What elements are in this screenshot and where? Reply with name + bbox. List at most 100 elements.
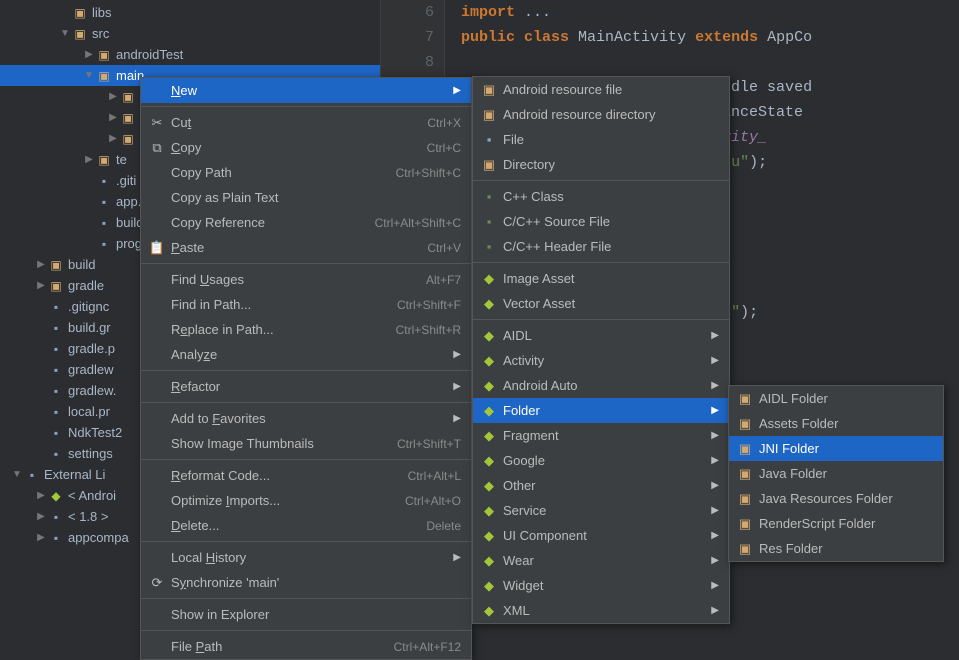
new-submenu-item[interactable]: ◆Android Auto▶ bbox=[473, 373, 729, 398]
code-line[interactable]: public class MainActivity extends AppCo bbox=[461, 25, 812, 50]
context-menu-item[interactable]: Analyze▶ bbox=[141, 342, 471, 367]
chevron-icon[interactable]: ▶ bbox=[106, 91, 120, 102]
chevron-icon[interactable]: ▶ bbox=[34, 532, 48, 543]
res-icon: ▣ bbox=[479, 107, 499, 123]
context-menu-item[interactable]: Copy PathCtrl+Shift+C bbox=[141, 160, 471, 185]
folder-icon: ▣ bbox=[72, 26, 88, 42]
chevron-icon[interactable]: ▶ bbox=[106, 133, 120, 144]
context-menu-item[interactable]: Find UsagesAlt+F7 bbox=[141, 267, 471, 292]
context-menu-item[interactable]: New▶ bbox=[141, 78, 471, 103]
context-menu-item[interactable]: Optimize Imports...Ctrl+Alt+O bbox=[141, 488, 471, 513]
chevron-icon[interactable]: ▶ bbox=[106, 112, 120, 123]
h-icon: ▪ bbox=[479, 239, 499, 254]
tree-label: local.pr bbox=[68, 404, 110, 419]
context-menu-item[interactable]: Show in Explorer bbox=[141, 602, 471, 627]
chevron-icon[interactable]: ▶ bbox=[34, 259, 48, 270]
tree-label: build bbox=[68, 257, 95, 272]
context-menu-item[interactable]: Delete...Delete bbox=[141, 513, 471, 538]
context-menu-item[interactable]: ⧉CopyCtrl+C bbox=[141, 135, 471, 160]
context-menu[interactable]: New▶✂CutCtrl+X⧉CopyCtrl+CCopy PathCtrl+S… bbox=[140, 77, 472, 660]
and-icon: ◆ bbox=[479, 453, 499, 469]
chevron-icon[interactable]: ▼ bbox=[82, 70, 96, 81]
new-submenu-item[interactable]: ▣Android resource directory bbox=[473, 102, 729, 127]
context-menu-item[interactable]: Local History▶ bbox=[141, 545, 471, 570]
new-submenu-item[interactable]: ▣Directory bbox=[473, 152, 729, 177]
folder-submenu-item[interactable]: ▣Assets Folder bbox=[729, 411, 943, 436]
folder-submenu[interactable]: ▣AIDL Folder▣Assets Folder▣JNI Folder▣Ja… bbox=[728, 385, 944, 562]
new-submenu-item[interactable]: ◆UI Component▶ bbox=[473, 523, 729, 548]
new-submenu-item[interactable]: ◆Google▶ bbox=[473, 448, 729, 473]
file-icon: ▪ bbox=[48, 362, 64, 378]
folder-submenu-item[interactable]: ▣Res Folder bbox=[729, 536, 943, 561]
chevron-icon[interactable]: ▶ bbox=[34, 511, 48, 522]
context-menu-item[interactable]: 📋PasteCtrl+V bbox=[141, 235, 471, 260]
code-line[interactable] bbox=[461, 50, 812, 75]
context-menu-item[interactable]: Find in Path...Ctrl+Shift+F bbox=[141, 292, 471, 317]
file-icon: ▪ bbox=[48, 404, 64, 420]
menu-label: Show in Explorer bbox=[167, 607, 461, 622]
and-icon: ◆ bbox=[479, 553, 499, 569]
folder-type-icon: ▣ bbox=[735, 466, 755, 482]
folder-submenu-item[interactable]: ▣Java Resources Folder bbox=[729, 486, 943, 511]
chevron-icon[interactable]: ▶ bbox=[34, 280, 48, 291]
context-menu-item[interactable]: ⟳Synchronize 'main' bbox=[141, 570, 471, 595]
tree-row[interactable]: ▣libs bbox=[0, 2, 380, 23]
chevron-icon[interactable]: ▶ bbox=[34, 490, 48, 501]
new-submenu-item[interactable]: ▪C++ Class bbox=[473, 184, 729, 209]
file-icon: ▪ bbox=[48, 383, 64, 399]
chevron-icon[interactable]: ▶ bbox=[82, 49, 96, 60]
code-line[interactable]: import ... bbox=[461, 0, 812, 25]
menu-label: AIDL Folder bbox=[755, 391, 933, 406]
submenu-arrow-icon: ▶ bbox=[705, 580, 719, 591]
new-submenu-item[interactable]: ◆XML▶ bbox=[473, 598, 729, 623]
menu-label: Android Auto bbox=[499, 378, 705, 393]
context-menu-item[interactable]: Replace in Path...Ctrl+Shift+R bbox=[141, 317, 471, 342]
and-icon: ◆ bbox=[479, 603, 499, 619]
folder-submenu-item[interactable]: ▣JNI Folder bbox=[729, 436, 943, 461]
tree-label: build.gr bbox=[68, 320, 111, 335]
new-submenu-item[interactable]: ▣Android resource file bbox=[473, 77, 729, 102]
context-menu-item[interactable]: Add to Favorites▶ bbox=[141, 406, 471, 431]
and-icon: ◆ bbox=[479, 503, 499, 519]
new-submenu-item[interactable]: ◆Other▶ bbox=[473, 473, 729, 498]
menu-label: C++ Class bbox=[499, 189, 719, 204]
context-menu-item[interactable]: Reformat Code...Ctrl+Alt+L bbox=[141, 463, 471, 488]
chevron-icon[interactable]: ▶ bbox=[82, 154, 96, 165]
new-submenu-item[interactable]: ◆Folder▶ bbox=[473, 398, 729, 423]
tree-row[interactable]: ▶▣androidTest bbox=[0, 44, 380, 65]
new-submenu-item[interactable]: ▪C/C++ Header File bbox=[473, 234, 729, 259]
chevron-icon[interactable]: ▼ bbox=[58, 28, 72, 39]
menu-separator bbox=[473, 262, 729, 263]
new-submenu-item[interactable]: ◆Wear▶ bbox=[473, 548, 729, 573]
context-menu-item[interactable]: Refactor▶ bbox=[141, 374, 471, 399]
context-menu-item[interactable]: File PathCtrl+Alt+F12 bbox=[141, 634, 471, 659]
context-menu-item[interactable]: Show Image ThumbnailsCtrl+Shift+T bbox=[141, 431, 471, 456]
submenu-arrow-icon: ▶ bbox=[447, 381, 461, 392]
menu-label: Res Folder bbox=[755, 541, 933, 556]
folder-submenu-item[interactable]: ▣Java Folder bbox=[729, 461, 943, 486]
new-submenu-item[interactable]: ◆Service▶ bbox=[473, 498, 729, 523]
folder-submenu-item[interactable]: ▣RenderScript Folder bbox=[729, 511, 943, 536]
new-submenu-item[interactable]: ▪C/C++ Source File bbox=[473, 209, 729, 234]
folder-icon: ▣ bbox=[96, 47, 112, 63]
new-submenu[interactable]: ▣Android resource file▣Android resource … bbox=[472, 76, 730, 624]
file-icon: ▪ bbox=[96, 194, 112, 210]
context-menu-item[interactable]: ✂CutCtrl+X bbox=[141, 110, 471, 135]
new-submenu-item[interactable]: ◆Image Asset bbox=[473, 266, 729, 291]
menu-label: Wear bbox=[499, 553, 705, 568]
menu-label: Show Image Thumbnails bbox=[167, 436, 397, 451]
new-submenu-item[interactable]: ◆Vector Asset bbox=[473, 291, 729, 316]
folder-submenu-item[interactable]: ▣AIDL Folder bbox=[729, 386, 943, 411]
tree-label: gradle bbox=[68, 278, 104, 293]
context-menu-item[interactable]: Copy as Plain Text bbox=[141, 185, 471, 210]
context-menu-item[interactable]: Copy ReferenceCtrl+Alt+Shift+C bbox=[141, 210, 471, 235]
new-submenu-item[interactable]: ◆Fragment▶ bbox=[473, 423, 729, 448]
tree-row[interactable]: ▼▣src bbox=[0, 23, 380, 44]
menu-label: New bbox=[167, 83, 447, 98]
new-submenu-item[interactable]: ▪File bbox=[473, 127, 729, 152]
new-submenu-item[interactable]: ◆AIDL▶ bbox=[473, 323, 729, 348]
new-submenu-item[interactable]: ◆Widget▶ bbox=[473, 573, 729, 598]
menu-label: C/C++ Source File bbox=[499, 214, 719, 229]
new-submenu-item[interactable]: ◆Activity▶ bbox=[473, 348, 729, 373]
chevron-icon[interactable]: ▼ bbox=[10, 469, 24, 480]
